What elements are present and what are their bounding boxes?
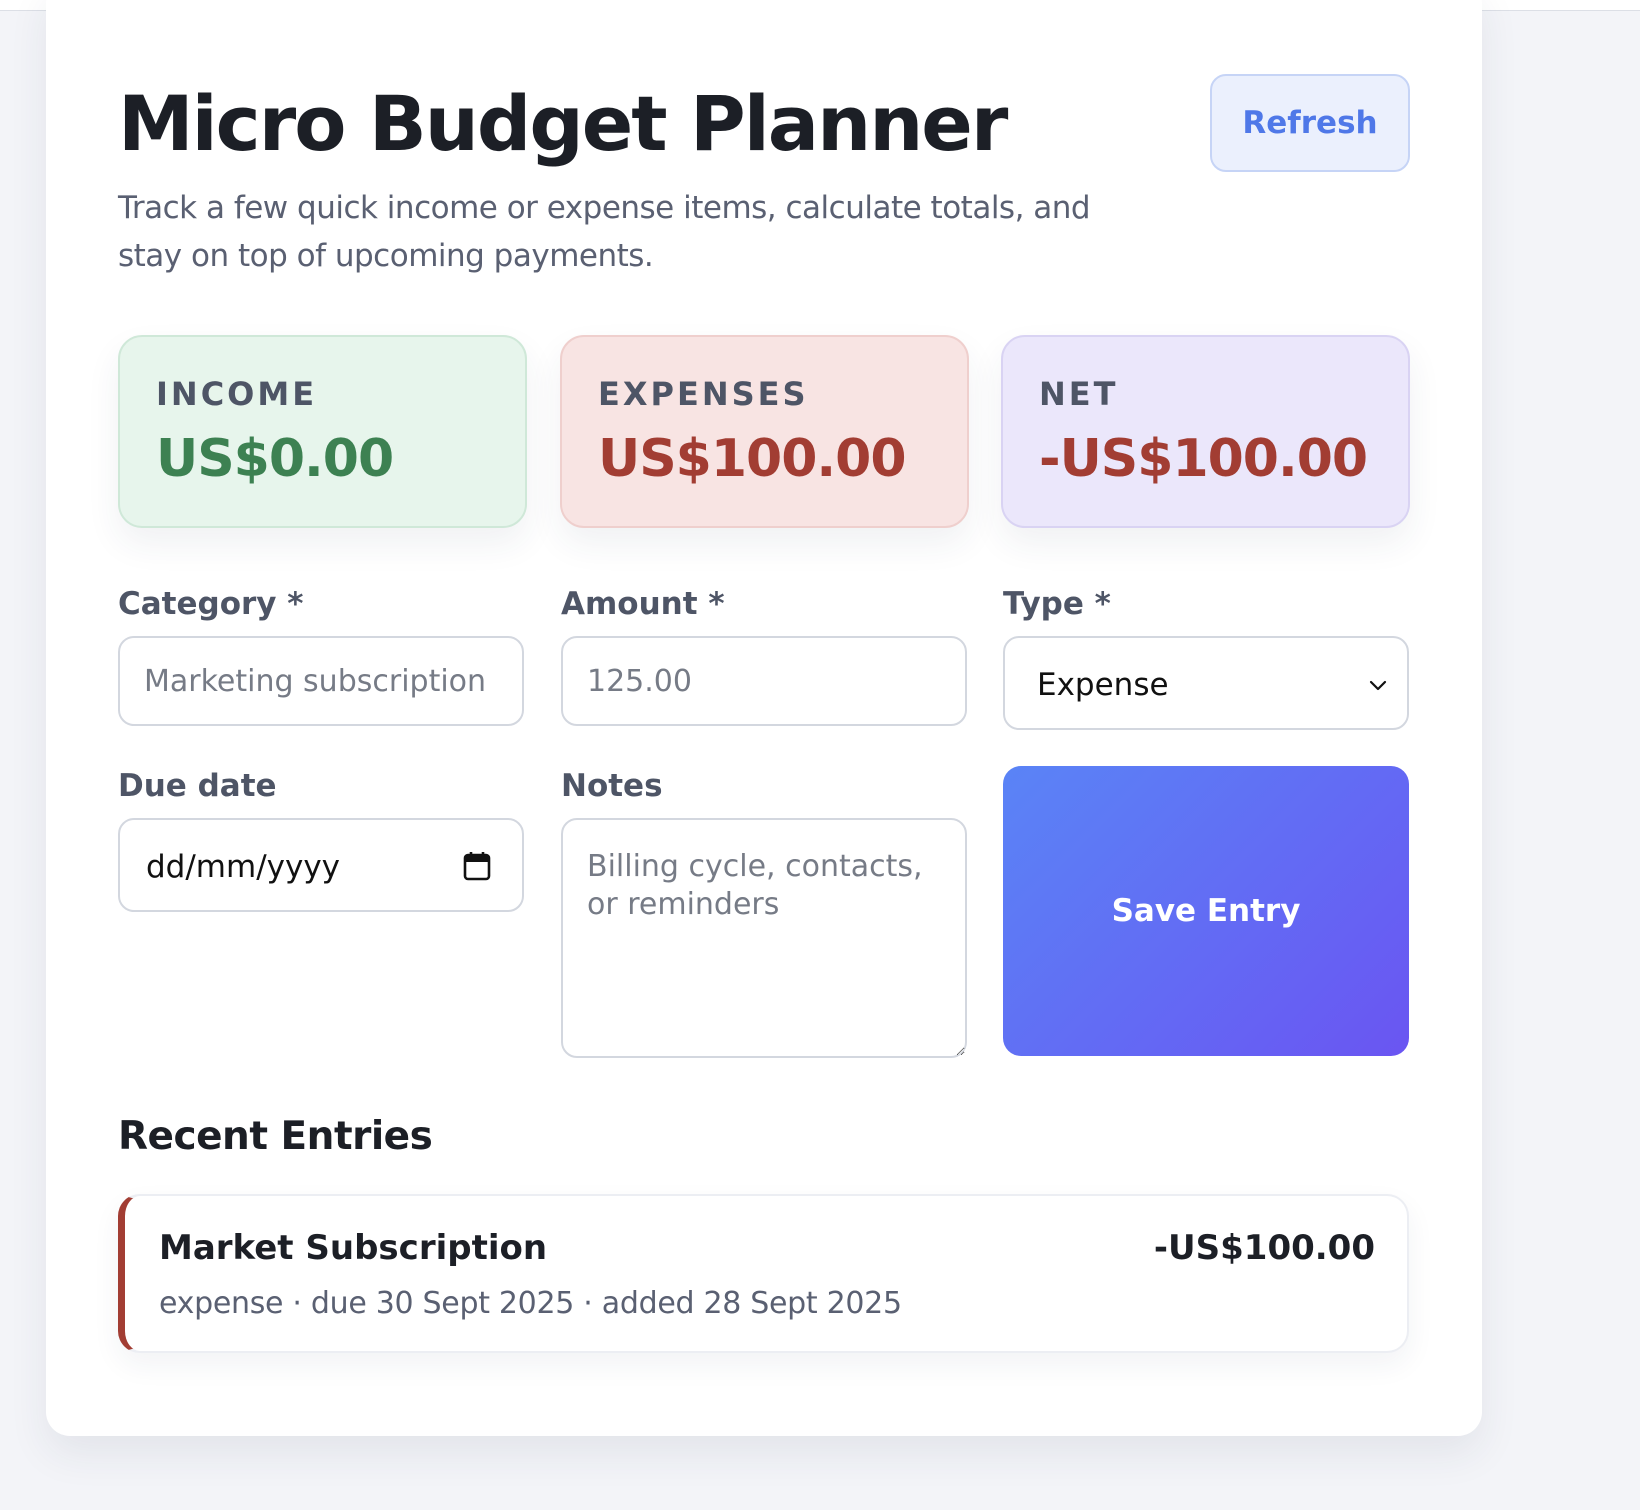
chevron-down-icon	[1369, 680, 1387, 691]
page-title: Micro Budget Planner	[118, 79, 1008, 168]
notes-label: Notes	[561, 768, 663, 804]
type-select[interactable]: Expense	[1003, 636, 1409, 730]
type-selected-value: Expense	[1037, 667, 1169, 703]
expenses-summary-card: EXPENSES US$100.00	[560, 335, 969, 528]
income-value: US$0.00	[156, 429, 394, 489]
list-item: Market Subscription -US$100.00 expense ·…	[118, 1194, 1409, 1353]
net-summary-card: NET -US$100.00	[1001, 335, 1410, 528]
income-summary-card: INCOME US$0.00	[118, 335, 527, 528]
entry-meta: expense · due 30 Sept 2025 · added 28 Se…	[159, 1286, 902, 1321]
due-date-value: dd/mm/yyyy	[146, 849, 341, 885]
refresh-button[interactable]: Refresh	[1210, 74, 1410, 172]
due-date-label: Due date	[118, 768, 277, 804]
income-label: INCOME	[156, 375, 318, 413]
entry-title: Market Subscription	[159, 1228, 548, 1268]
category-label: Category *	[118, 586, 304, 622]
recent-entries-title: Recent Entries	[118, 1114, 433, 1159]
type-label: Type *	[1003, 586, 1111, 622]
due-date-input[interactable]: dd/mm/yyyy	[118, 818, 524, 912]
expenses-label: EXPENSES	[598, 375, 809, 413]
net-value: -US$100.00	[1039, 429, 1368, 489]
category-input[interactable]	[118, 636, 524, 726]
save-entry-button[interactable]: Save Entry	[1003, 766, 1409, 1056]
amount-label: Amount *	[561, 586, 725, 622]
notes-textarea[interactable]	[561, 818, 967, 1058]
net-label: NET	[1039, 375, 1119, 413]
entry-amount: -US$100.00	[1153, 1228, 1375, 1268]
calendar-icon[interactable]	[462, 850, 492, 882]
amount-input[interactable]	[561, 636, 967, 726]
expenses-value: US$100.00	[598, 429, 907, 489]
page-subtitle: Track a few quick income or expense item…	[118, 190, 1091, 274]
